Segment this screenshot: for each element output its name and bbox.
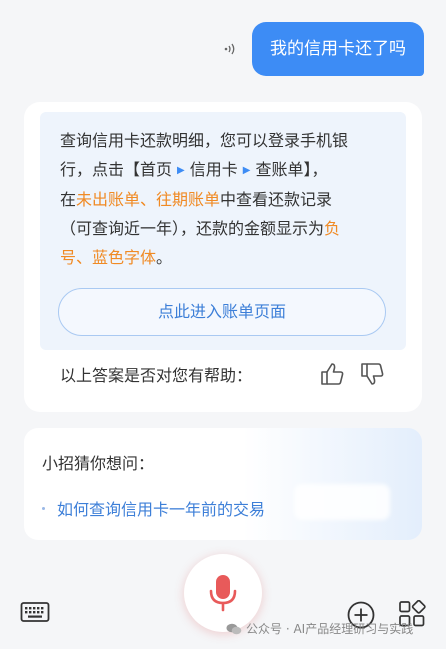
thumbs-down-icon[interactable]: [358, 360, 386, 388]
answer-line-4a: （可查询近一年），还款的金额显示为: [60, 219, 325, 238]
answer-line-1: 查询信用卡还款明细，您可以登录手机银: [60, 131, 349, 150]
answer-line-2b: 信用卡: [189, 160, 238, 179]
bullet-dot-icon: [42, 506, 45, 510]
answer-line-2c: 查账单】，: [255, 160, 328, 179]
blurred-decoration: [294, 484, 390, 520]
triangle-right-icon: ▶: [242, 165, 251, 176]
answer-line-3c: 中查看还款记录: [220, 190, 333, 209]
answer-content: 查询信用卡还款明细，您可以登录手机银 行，点击【首页 ▶ 信用卡 ▶ 查账单】， 在未出…: [40, 112, 406, 350]
suggested-question-item[interactable]: 如何查询信用卡一年前的交易: [42, 496, 265, 520]
answer-card: 查询信用卡还款明细，您可以登录手机银 行，点击【首页 ▶ 信用卡 ▶ 查账单】， 在未出…: [24, 102, 422, 412]
user-message-row: 我的信用卡还了吗: [222, 22, 424, 76]
wechat-icon: [226, 623, 242, 634]
answer-highlight-negative: 负: [324, 219, 341, 238]
suggested-questions-title: 小招猜你想问：: [42, 454, 155, 473]
feedback-row: 以上答案是否对您有帮助：: [60, 360, 386, 388]
keyboard-icon[interactable]: [20, 600, 50, 624]
watermark: 公众号 · AI产品经理研习与实践: [226, 620, 413, 637]
answer-line-2a: 行，点击【首页: [60, 160, 173, 179]
answer-line-3a: 在: [60, 190, 77, 209]
voice-playback-icon[interactable]: [222, 40, 240, 58]
suggested-questions-card: 小招猜你想问： 如何查询信用卡一年前的交易: [24, 428, 422, 540]
enter-bill-page-button[interactable]: 点此进入账单页面: [58, 288, 386, 336]
thumbs-up-icon[interactable]: [318, 360, 346, 388]
triangle-right-icon: ▶: [177, 165, 185, 176]
feedback-question: 以上答案是否对您有帮助：: [60, 366, 253, 385]
answer-highlight-bills: 未出账单、往期账单: [76, 190, 221, 209]
user-message-bubble: 我的信用卡还了吗: [252, 22, 424, 76]
answer-line-5b: 。: [156, 248, 173, 267]
microphone-icon: [209, 575, 237, 612]
suggested-question-link[interactable]: 如何查询信用卡一年前的交易: [57, 496, 265, 520]
answer-highlight-blue-font: 号、蓝色字体: [60, 248, 157, 267]
answer-text: 查询信用卡还款明细，您可以登录手机银 行，点击【首页 ▶ 信用卡 ▶ 查账单】， 在未出…: [60, 126, 390, 272]
watermark-text: 公众号 · AI产品经理研习与实践: [246, 622, 414, 636]
